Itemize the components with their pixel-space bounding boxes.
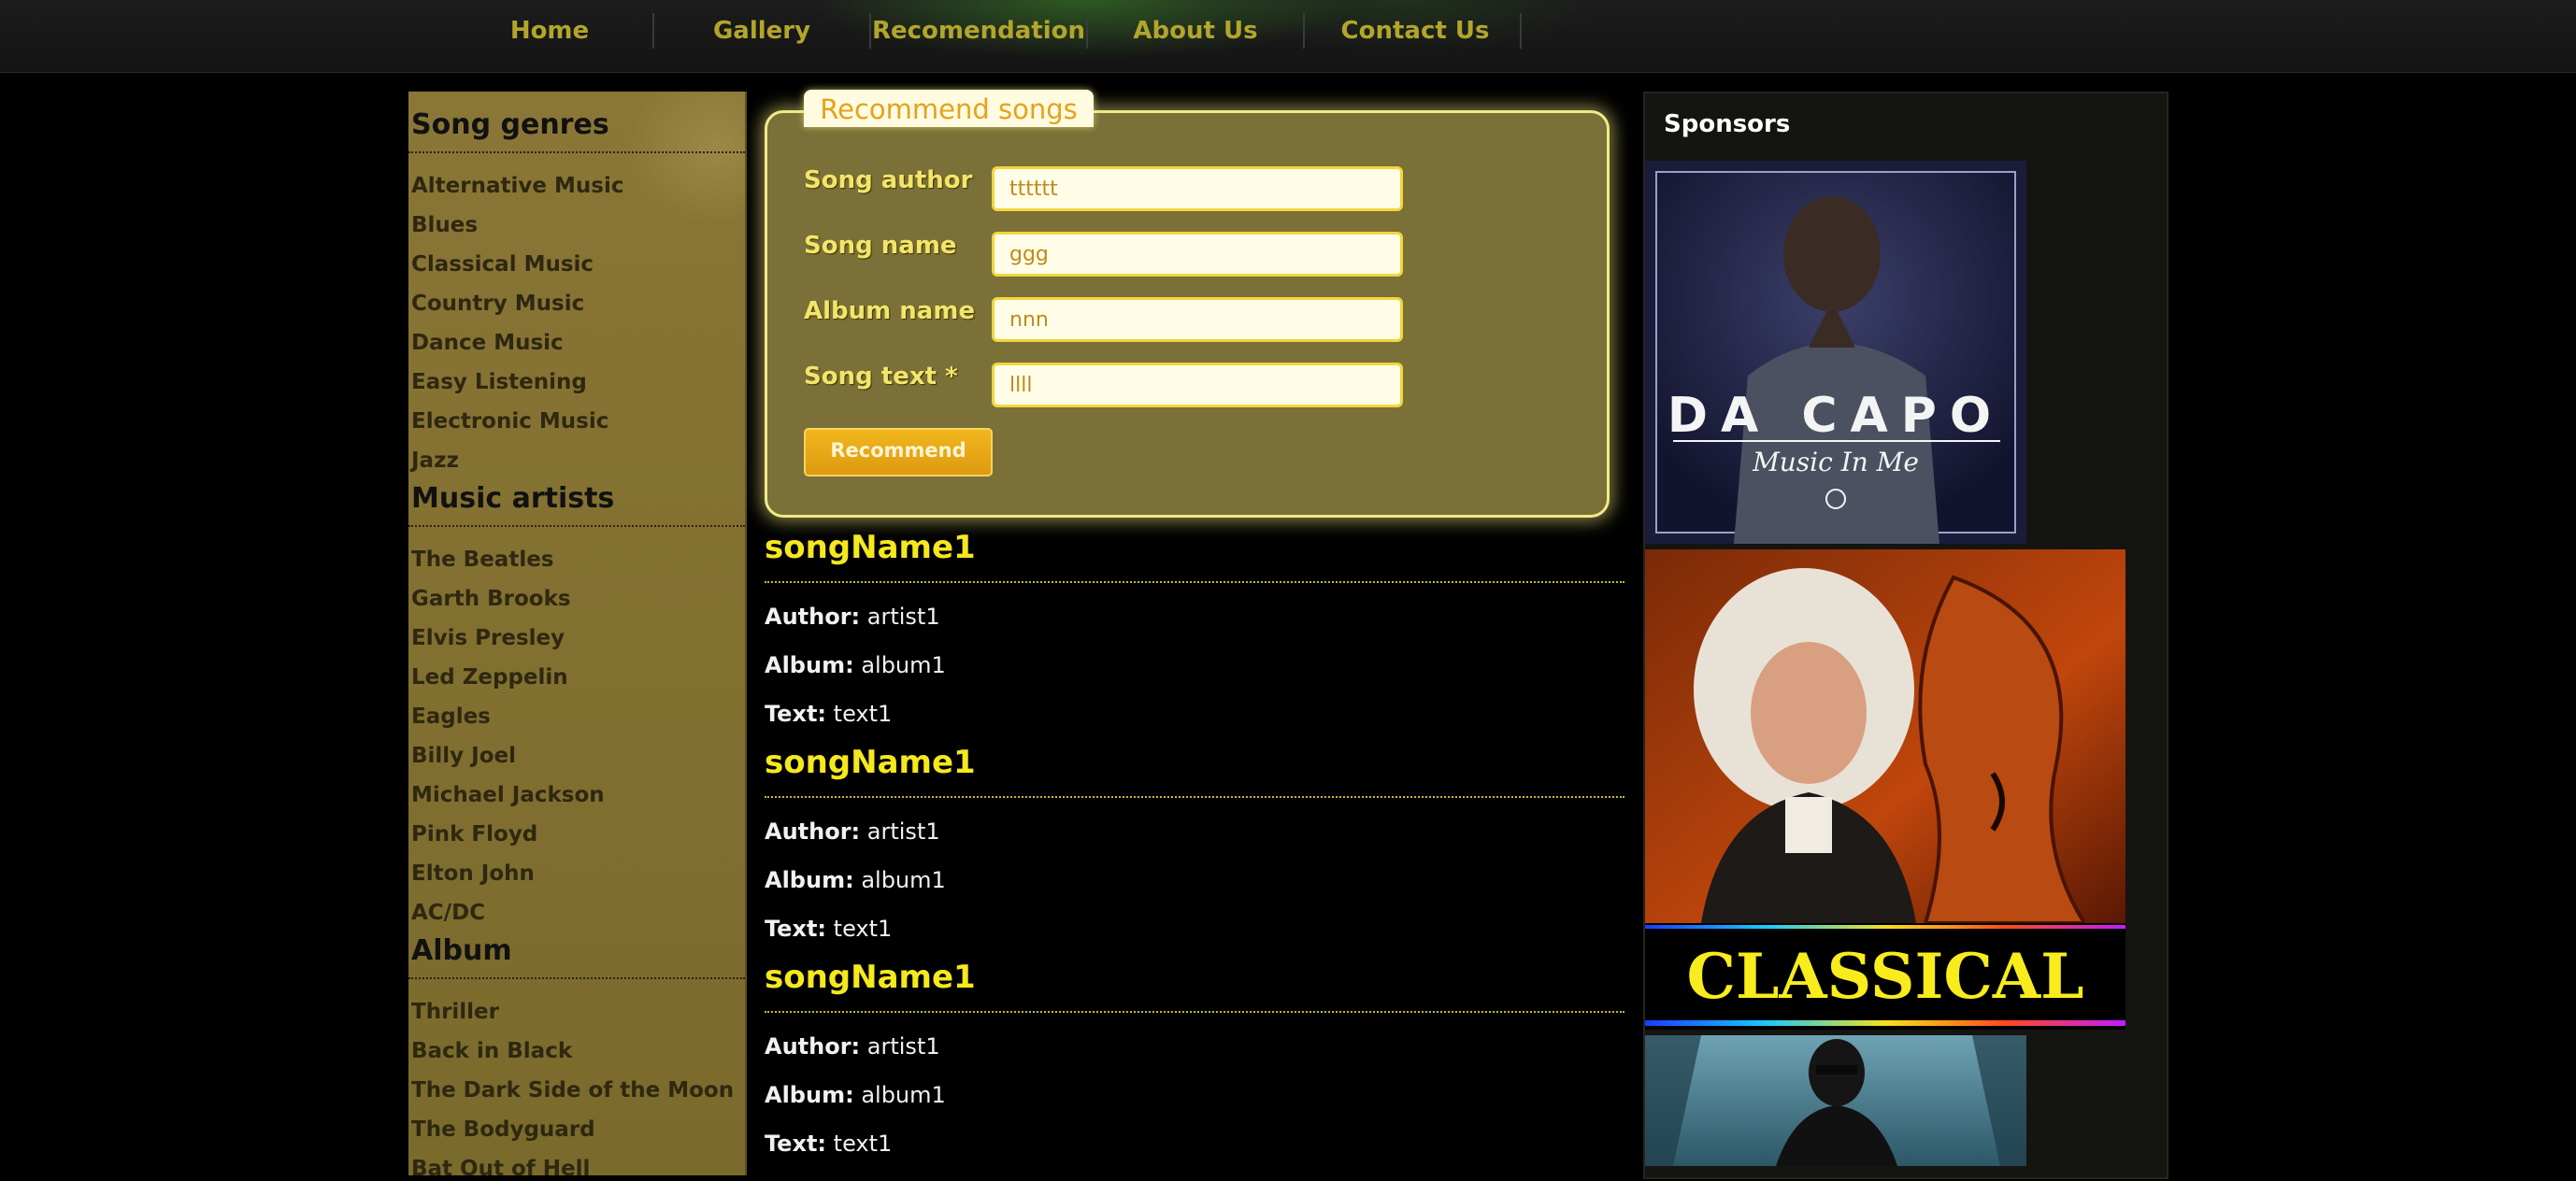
- song-album: Album: album1: [765, 1082, 946, 1108]
- album-link[interactable]: The Dark Side of the Moon: [411, 1078, 734, 1103]
- genre-link[interactable]: Blues: [411, 213, 478, 237]
- dacapo-title: DA CAPO: [1667, 388, 2004, 444]
- album-heading: Album: [411, 934, 512, 967]
- genre-link[interactable]: Alternative Music: [411, 174, 623, 198]
- text-label: Text:: [765, 916, 827, 942]
- dacapo-subtitle: Music In Me: [1752, 447, 1919, 477]
- movie-artwork: [1645, 1035, 2026, 1166]
- song-author: Author: artist1: [765, 1033, 940, 1060]
- song-text-label: Song text *: [804, 363, 958, 391]
- album-label: Album:: [765, 652, 854, 678]
- album-label: Album:: [765, 1082, 854, 1108]
- album-link[interactable]: Thriller: [411, 1000, 499, 1024]
- nav-gallery[interactable]: Gallery: [654, 0, 869, 62]
- album-value: album1: [861, 867, 946, 893]
- song-title: songName1: [765, 959, 976, 996]
- sponsor-ad-classical[interactable]: CLASSICAL: [1645, 549, 2125, 1030]
- sponsors-title: Sponsors: [1664, 110, 1791, 138]
- song-text: Text: text1: [765, 701, 892, 727]
- album-value: album1: [861, 652, 946, 678]
- song-album: Album: album1: [765, 652, 946, 678]
- artist-link[interactable]: The Beatles: [411, 548, 554, 572]
- nav-home[interactable]: Home: [447, 0, 652, 62]
- author-label: Author:: [765, 818, 861, 845]
- divider: [765, 796, 1624, 798]
- author-label: Author:: [765, 604, 861, 630]
- nav-contact-us[interactable]: Contact Us: [1305, 0, 1525, 62]
- nav-separator: [1520, 13, 1522, 49]
- artist-link[interactable]: Elvis Presley: [411, 626, 565, 650]
- song-author-label: Song author: [804, 166, 973, 194]
- album-name-label: Album name: [804, 297, 976, 325]
- album-label: Album:: [765, 867, 854, 893]
- artist-link[interactable]: Garth Brooks: [411, 587, 571, 611]
- song-text: Text: text1: [765, 916, 892, 942]
- artist-link[interactable]: Michael Jackson: [411, 783, 605, 807]
- sponsor-ad-movie[interactable]: [1645, 1035, 2026, 1166]
- artist-link[interactable]: Elton John: [411, 861, 535, 886]
- author-value: artist1: [866, 604, 940, 630]
- divider: [408, 151, 745, 153]
- divider: [765, 1011, 1624, 1013]
- artists-heading: Music artists: [411, 482, 615, 515]
- song-name-input[interactable]: [992, 232, 1403, 277]
- song-title: songName1: [765, 529, 976, 566]
- artist-link[interactable]: Billy Joel: [411, 744, 516, 768]
- dacapo-artwork: DA CAPO Music In Me: [1645, 161, 2026, 544]
- song-author: Author: artist1: [765, 604, 940, 630]
- song-album: Album: album1: [765, 867, 946, 893]
- artist-link[interactable]: Led Zeppelin: [411, 665, 568, 690]
- recommend-button[interactable]: Recommend: [804, 428, 993, 477]
- genre-link[interactable]: Classical Music: [411, 252, 594, 277]
- album-link[interactable]: The Bodyguard: [411, 1117, 595, 1142]
- genre-link[interactable]: Dance Music: [411, 331, 564, 355]
- author-value: artist1: [866, 1033, 940, 1060]
- song-author-input[interactable]: [992, 166, 1403, 211]
- divider: [408, 977, 745, 979]
- genre-link[interactable]: Jazz: [411, 448, 459, 473]
- author-label: Author:: [765, 1033, 861, 1060]
- album-link[interactable]: Back in Black: [411, 1039, 572, 1063]
- artist-link[interactable]: Eagles: [411, 704, 491, 729]
- album-name-input[interactable]: [992, 297, 1403, 342]
- divider: [765, 581, 1624, 583]
- song-name-label: Song name: [804, 232, 957, 260]
- nav-about-us[interactable]: About Us: [1088, 0, 1303, 62]
- artist-link[interactable]: AC/DC: [411, 901, 485, 925]
- album-value: album1: [861, 1082, 946, 1108]
- song-title: songName1: [765, 744, 976, 781]
- classical-title: CLASSICAL: [1686, 940, 2083, 1013]
- genre-link[interactable]: Easy Listening: [411, 370, 587, 394]
- text-value: text1: [833, 916, 893, 942]
- song-text: Text: text1: [765, 1131, 892, 1157]
- text-label: Text:: [765, 701, 827, 727]
- artist-link[interactable]: Pink Floyd: [411, 822, 537, 847]
- top-navigation-bar: Home Gallery Recomendation About Us Cont…: [0, 0, 2576, 73]
- author-value: artist1: [866, 818, 940, 845]
- song-text-input[interactable]: [992, 363, 1403, 407]
- form-legend: Recommend songs: [804, 90, 1094, 127]
- genre-link[interactable]: Country Music: [411, 292, 584, 316]
- genres-heading: Song genres: [411, 108, 609, 141]
- nav-recomendation[interactable]: Recomendation: [871, 0, 1086, 62]
- classical-artwork: CLASSICAL: [1645, 549, 2125, 1030]
- song-author: Author: artist1: [765, 818, 940, 845]
- text-value: text1: [833, 1131, 893, 1157]
- text-label: Text:: [765, 1131, 827, 1157]
- divider: [408, 525, 745, 527]
- genre-link[interactable]: Electronic Music: [411, 409, 608, 434]
- sponsor-ad-dacapo[interactable]: DA CAPO Music In Me: [1645, 161, 2026, 544]
- text-value: text1: [833, 701, 893, 727]
- album-link[interactable]: Bat Out of Hell: [411, 1157, 590, 1181]
